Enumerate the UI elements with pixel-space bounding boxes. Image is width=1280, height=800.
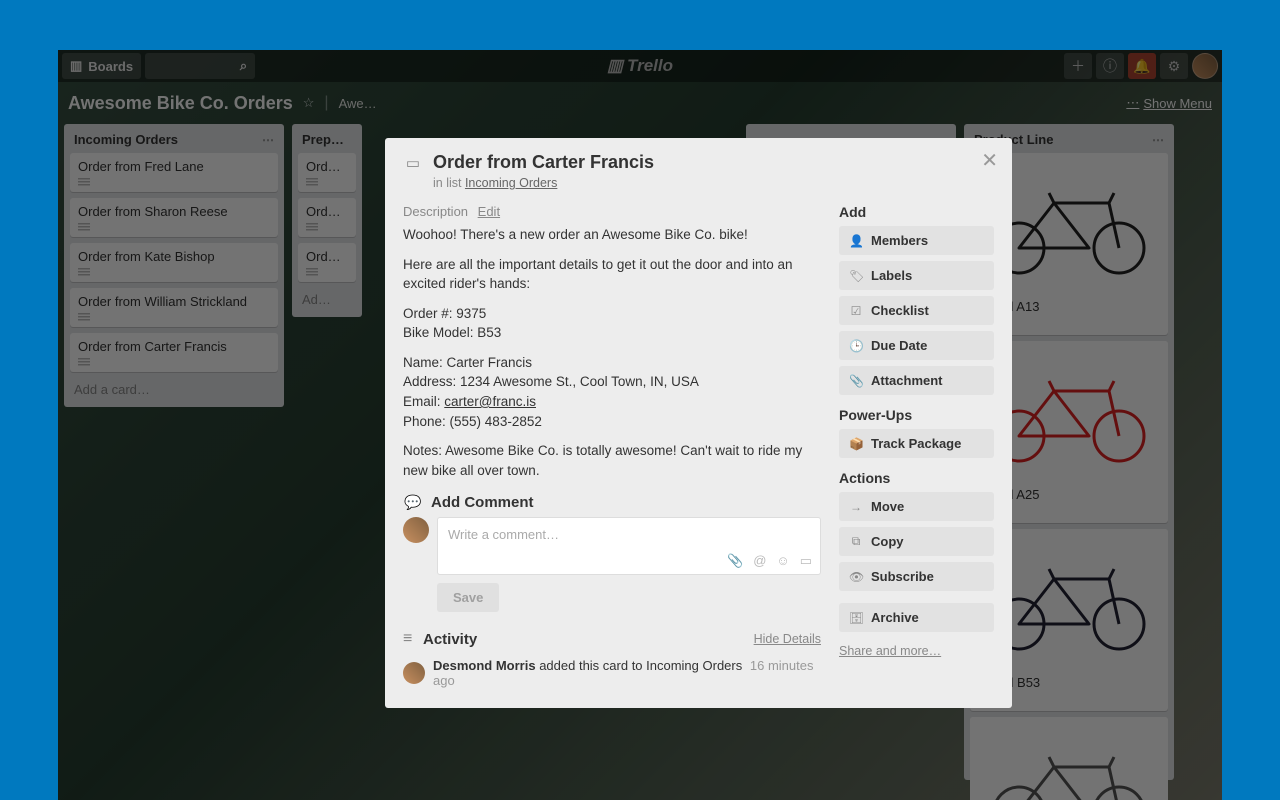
mention-icon[interactable]: @ (753, 553, 766, 569)
description-text: Woohoo! There's a new order an Awesome B… (403, 225, 821, 245)
avatar (403, 662, 425, 684)
move-icon: → (849, 500, 863, 514)
in-list-link[interactable]: Incoming Orders (465, 176, 557, 190)
activity-entry: Desmond Morris added this card to Incomi… (433, 658, 821, 688)
attachment-icon[interactable]: 📎 (727, 553, 743, 569)
emoji-icon[interactable]: ☺ (776, 553, 789, 569)
card-detail-modal: ✕ ▭ Order from Carter Francis in list In… (385, 138, 1012, 708)
archive-button[interactable]: 🗄Archive (839, 603, 994, 632)
description-text: Name: Carter Francis Address: 1234 Aweso… (403, 353, 821, 431)
avatar (403, 517, 429, 543)
card-icon[interactable]: ▭ (800, 553, 812, 569)
activity-icon: ≡ (403, 630, 423, 648)
description-header: Description Edit (403, 204, 821, 219)
modal-title: Order from Carter Francis (433, 152, 654, 173)
eye-icon: 👁 (849, 570, 863, 584)
labels-icon: 🏷 (849, 269, 863, 283)
main-column: Description Edit Woohoo! There's a new o… (403, 204, 821, 688)
save-button[interactable]: Save (437, 583, 499, 612)
activity-title: Activity (423, 631, 754, 648)
labels-button[interactable]: 🏷Labels (839, 261, 994, 290)
comment-icon: 💬 (403, 494, 423, 511)
comment-input[interactable]: Write a comment… 📎 @ ☺ ▭ (437, 517, 821, 575)
email-link[interactable]: carter@franc.is (444, 394, 536, 409)
actions-section-title: Actions (839, 470, 994, 486)
in-list-line: in list Incoming Orders (433, 176, 654, 190)
description-text: Order #: 9375 Bike Model: B53 (403, 304, 821, 343)
card-icon: ▭ (403, 154, 423, 172)
clock-icon: 🕒 (849, 339, 863, 353)
hide-details[interactable]: Hide Details (754, 632, 821, 646)
members-button[interactable]: 👤Members (839, 226, 994, 255)
add-section-title: Add (839, 204, 994, 220)
description-text: Notes: Awesome Bike Co. is totally aweso… (403, 441, 821, 480)
checklist-button[interactable]: ☑Checklist (839, 296, 994, 325)
edit-description[interactable]: Edit (478, 204, 500, 219)
share-link[interactable]: Share and more… (839, 644, 941, 658)
powerups-section-title: Power-Ups (839, 407, 994, 423)
copy-button[interactable]: ⧉Copy (839, 527, 994, 556)
description-text: Here are all the important details to ge… (403, 255, 821, 294)
move-button[interactable]: →Move (839, 492, 994, 521)
copy-icon: ⧉ (849, 534, 863, 549)
attachment-button[interactable]: 📎Attachment (839, 366, 994, 395)
track-package-button[interactable]: 📦Track Package (839, 429, 994, 458)
package-icon: 📦 (849, 437, 863, 451)
archive-icon: 🗄 (849, 611, 863, 625)
subscribe-button[interactable]: 👁Subscribe (839, 562, 994, 591)
app-frame: ▥ Boards ⌕ ▥ Trello ＋ ⓘ 🔔 ⚙ Awesome Bike… (58, 50, 1222, 800)
due-date-button[interactable]: 🕒Due Date (839, 331, 994, 360)
checklist-icon: ☑ (849, 304, 863, 318)
add-comment-title: Add Comment (431, 494, 534, 511)
attachment-icon: 📎 (849, 374, 863, 388)
members-icon: 👤 (849, 234, 863, 248)
close-button[interactable]: ✕ (981, 148, 998, 173)
side-column: Add 👤Members 🏷Labels ☑Checklist 🕒Due Dat… (839, 204, 994, 688)
